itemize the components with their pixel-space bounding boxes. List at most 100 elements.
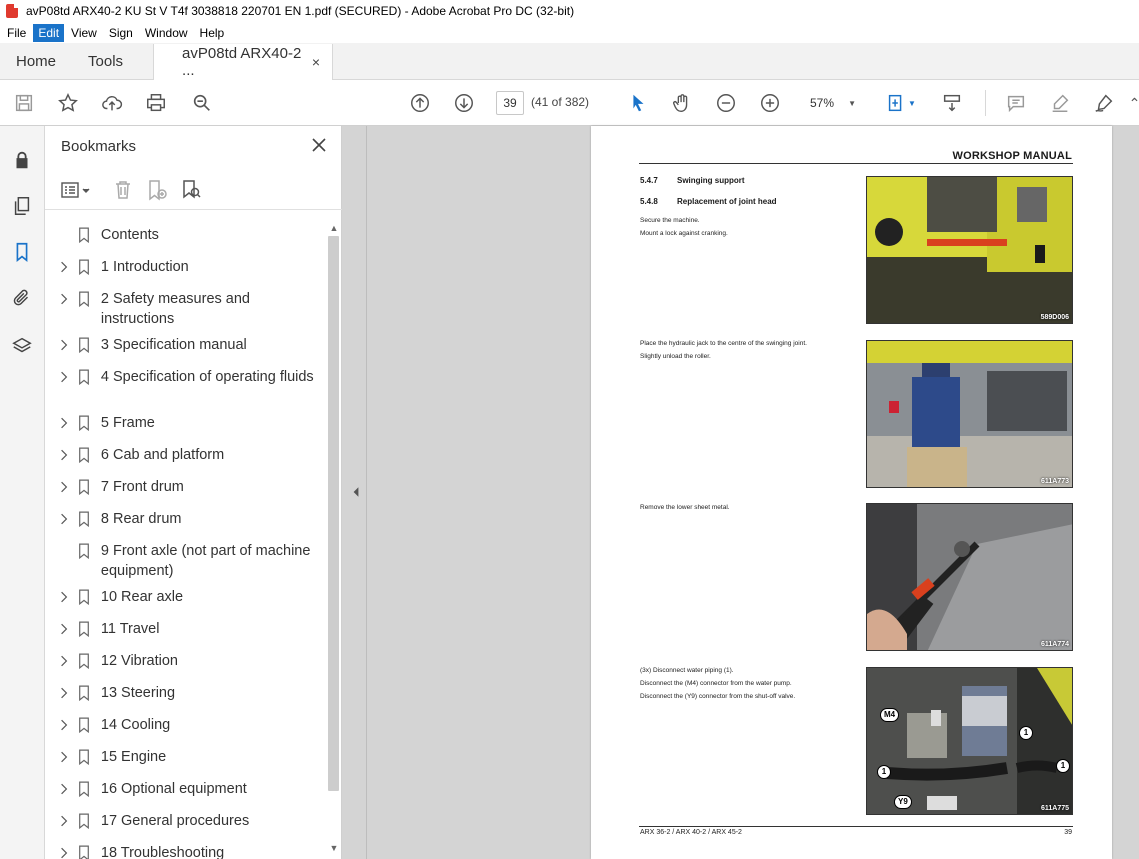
chevron-right-icon[interactable]	[57, 335, 71, 355]
bookmark-item-operating-fluids[interactable]: 4 Specification of operating fluids	[45, 367, 325, 387]
new-bookmark-icon[interactable]	[145, 178, 169, 202]
delete-bookmark-icon[interactable]	[111, 178, 135, 202]
save-icon[interactable]	[12, 91, 36, 115]
zoom-search-icon[interactable]	[190, 91, 214, 115]
star-icon[interactable]	[56, 91, 80, 115]
tab-document[interactable]: avP08td ARX40-2 ... ×	[153, 44, 334, 80]
zoom-out-icon[interactable]	[714, 91, 738, 115]
upload-cloud-icon[interactable]	[100, 91, 124, 115]
scroll-down-arrow-icon[interactable]: ▼	[328, 842, 340, 854]
chevron-right-icon[interactable]	[57, 289, 71, 309]
bookmark-icon	[77, 477, 91, 497]
chevron-right-icon[interactable]	[57, 683, 71, 703]
close-panel-icon[interactable]	[311, 137, 327, 153]
chevron-right-icon[interactable]	[57, 413, 71, 433]
step-line: Secure the machine.	[640, 217, 700, 224]
chevron-right-icon[interactable]	[57, 811, 71, 831]
bookmark-item-rear-drum[interactable]: 8 Rear drum	[45, 509, 325, 529]
bookmark-item-frame[interactable]: 5 Frame	[45, 413, 325, 433]
bookmark-item-front-drum[interactable]: 7 Front drum	[45, 477, 325, 497]
lock-icon[interactable]	[10, 148, 34, 172]
menu-sign[interactable]: Sign	[104, 24, 138, 42]
bookmark-item-vibration[interactable]: 12 Vibration	[45, 651, 325, 671]
water-pump-photo	[867, 668, 1072, 814]
chevron-right-icon[interactable]	[57, 509, 71, 529]
more-tools-icon[interactable]: ⌃	[1130, 91, 1139, 115]
tab-home[interactable]: Home	[0, 43, 72, 79]
previous-page-icon[interactable]	[408, 91, 432, 115]
bookmark-item-contents[interactable]: › Contents	[45, 225, 325, 245]
bookmark-label: 11 Travel	[100, 621, 160, 637]
chevron-right-icon[interactable]	[57, 843, 71, 859]
bookmarks-scrollbar[interactable]: ▲ ▼	[326, 218, 340, 859]
bookmark-item-engine[interactable]: 15 Engine	[45, 747, 325, 767]
bookmark-panel-icon[interactable]	[10, 240, 34, 264]
bookmark-item-general-procedures[interactable]: 17 General procedures	[45, 811, 325, 831]
layers-icon[interactable]	[10, 334, 34, 358]
bookmark-item-rear-axle[interactable]: 10 Rear axle	[45, 587, 325, 607]
menu-view[interactable]: View	[66, 24, 102, 42]
scroll-up-arrow-icon[interactable]: ▲	[328, 222, 340, 234]
bookmark-item-front-axle[interactable]: › 9 Front axle (not part of machine equi…	[45, 541, 325, 581]
bookmark-label: 6 Cab and platform	[100, 447, 225, 463]
bookmark-item-steering[interactable]: 13 Steering	[45, 683, 325, 703]
print-icon[interactable]	[144, 91, 168, 115]
bookmark-item-travel[interactable]: 11 Travel	[45, 619, 325, 639]
bookmark-icon	[77, 541, 91, 561]
page-thumbnails-icon[interactable]	[10, 194, 34, 218]
sign-pen-icon[interactable]	[1092, 91, 1116, 115]
chevron-right-icon[interactable]	[57, 257, 71, 277]
page-number-input[interactable]: 39	[496, 91, 524, 115]
zoom-level-dropdown[interactable]: 57% ▼	[800, 91, 862, 115]
section-heading: 5.4.7 Swinging support	[640, 176, 745, 185]
highlight-pen-icon[interactable]	[1048, 91, 1072, 115]
chevron-right-icon[interactable]	[57, 367, 71, 387]
select-cursor-icon[interactable]	[626, 91, 650, 115]
photo-caption: 611A773	[1040, 478, 1069, 485]
bookmark-item-safety[interactable]: 2 Safety measures and instructions	[45, 289, 325, 329]
menu-window[interactable]: Window	[140, 24, 193, 42]
step-line: (3x) Disconnect water piping (1).	[640, 667, 734, 674]
menu-edit[interactable]: Edit	[33, 23, 65, 42]
step-line: Disconnect the (M4) connector from the w…	[640, 680, 792, 687]
comment-icon[interactable]	[1004, 91, 1028, 115]
bookmark-item-cab-platform[interactable]: 6 Cab and platform	[45, 445, 325, 465]
bookmark-icon	[77, 367, 91, 387]
fit-page-icon[interactable]	[884, 91, 908, 115]
bookmark-item-cooling[interactable]: 14 Cooling	[45, 715, 325, 735]
bookmark-item-specification-manual[interactable]: 3 Specification manual	[45, 335, 325, 355]
find-bookmark-icon[interactable]	[179, 178, 203, 202]
title-bar: avP08td ARX40-2 KU St V T4f 3038818 2207…	[0, 0, 1139, 22]
bookmark-icon	[77, 715, 91, 735]
chevron-right-icon[interactable]	[57, 747, 71, 767]
tab-bar: Home Tools avP08td ARX40-2 ... ×	[0, 43, 1139, 80]
tab-tools[interactable]: Tools	[72, 43, 139, 79]
scroll-mode-icon[interactable]	[940, 91, 964, 115]
collapse-panel-arrow-icon[interactable]	[348, 480, 364, 504]
chevron-right-icon[interactable]	[57, 651, 71, 671]
bookmark-item-optional-equipment[interactable]: 16 Optional equipment	[45, 779, 325, 799]
hand-tool-icon[interactable]	[670, 91, 694, 115]
menu-file[interactable]: File	[2, 24, 31, 42]
zoom-in-icon[interactable]	[758, 91, 782, 115]
bookmark-label: 4 Specification of operating fluids	[100, 369, 314, 385]
chevron-right-icon[interactable]	[57, 779, 71, 799]
scrollbar-thumb[interactable]	[328, 236, 339, 791]
tab-close-icon[interactable]: ×	[312, 54, 320, 70]
chevron-right-icon[interactable]	[57, 477, 71, 497]
next-page-icon[interactable]	[452, 91, 476, 115]
attachments-paperclip-icon[interactable]	[10, 286, 34, 310]
section-title: Replacement of joint head	[677, 197, 777, 206]
step-line: Slightly unload the roller.	[640, 353, 711, 360]
chevron-right-icon[interactable]	[57, 619, 71, 639]
chevron-down-icon: ▼	[848, 98, 856, 108]
chevron-right-icon[interactable]	[57, 445, 71, 465]
bookmark-label: Contents	[100, 227, 159, 243]
bookmark-options-icon[interactable]	[59, 178, 93, 202]
chevron-right-icon[interactable]	[57, 715, 71, 735]
fit-page-chevron-icon[interactable]: ▼	[906, 91, 918, 115]
bookmark-item-troubleshooting[interactable]: 18 Troubleshooting	[45, 843, 325, 859]
menu-help[interactable]: Help	[195, 24, 230, 42]
chevron-right-icon[interactable]	[57, 587, 71, 607]
bookmark-item-introduction[interactable]: 1 Introduction	[45, 257, 325, 277]
